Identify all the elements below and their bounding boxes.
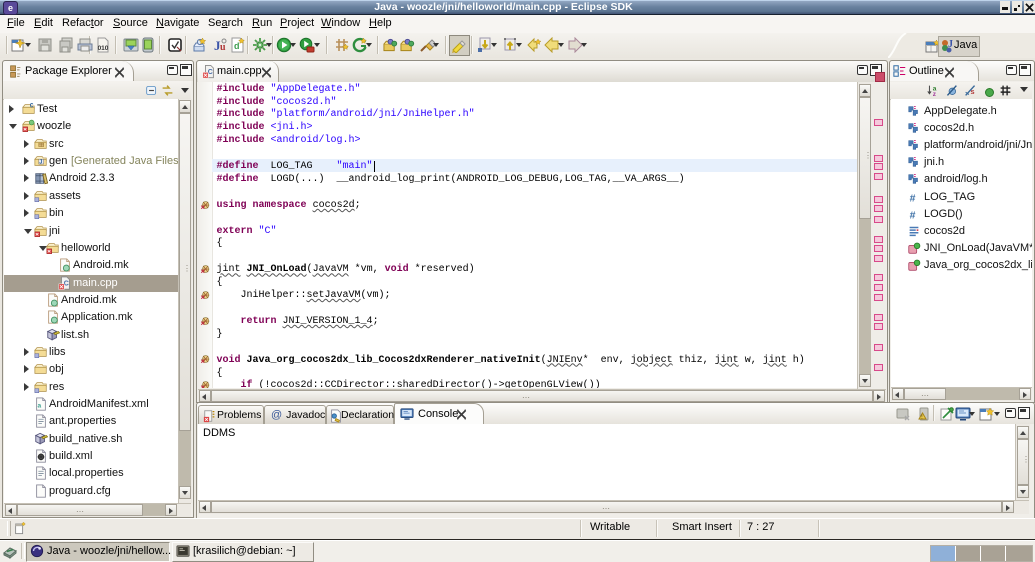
svg-text:J: J: [948, 39, 953, 50]
svg-text:010: 010: [98, 45, 109, 52]
svg-text:u: u: [220, 42, 226, 53]
svg-text:C: C: [208, 69, 213, 76]
svg-text:d: d: [234, 41, 240, 51]
svg-text:!: !: [921, 415, 922, 421]
